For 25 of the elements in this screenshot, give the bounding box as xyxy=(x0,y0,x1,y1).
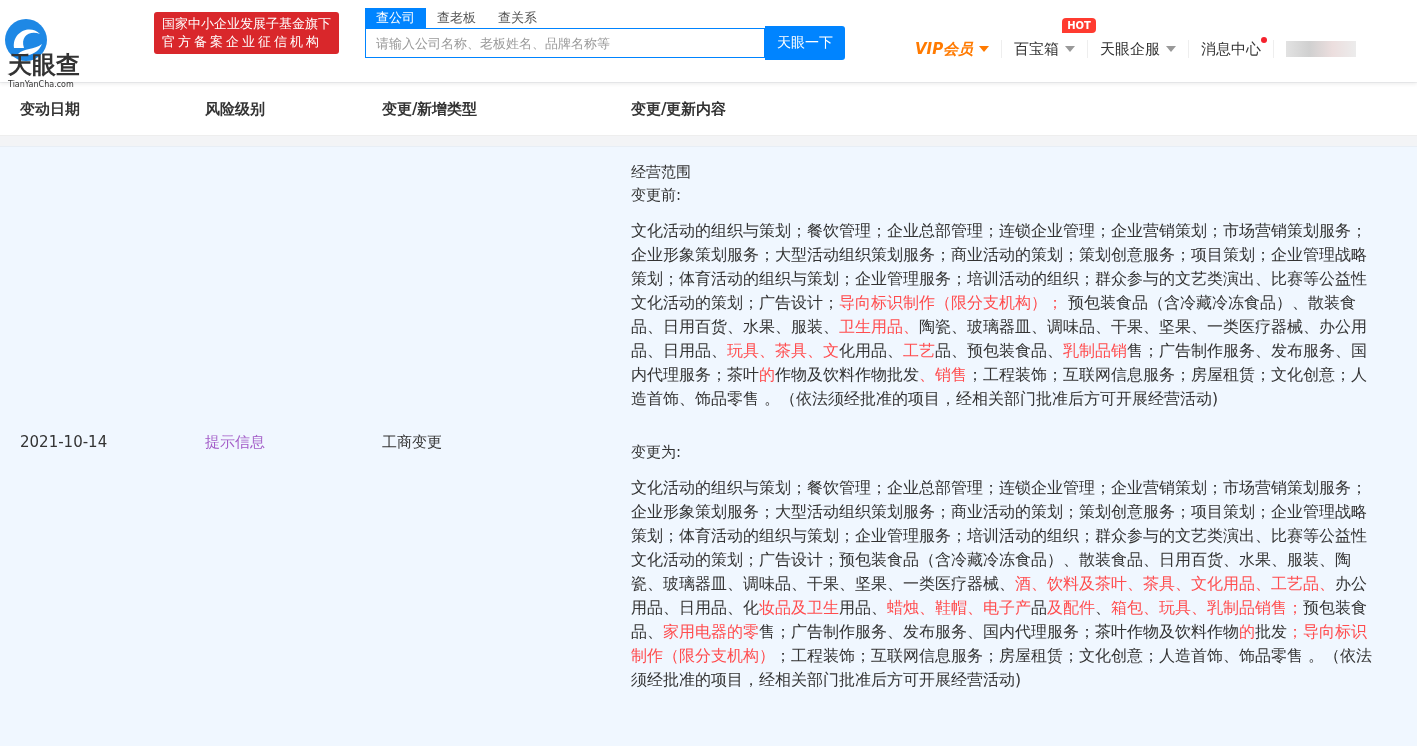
risk-level: 提示信息 xyxy=(205,433,266,452)
certification-badge: 国家中小企业发展子基金旗下 官方备案企业征信机构 xyxy=(154,12,339,54)
column-header: 变动日期 xyxy=(19,99,81,119)
column-header: 变更/更新内容 xyxy=(631,99,728,119)
user-avatar[interactable] xyxy=(1286,41,1357,57)
column-header: 变更/新增类型 xyxy=(382,99,479,119)
scope-text: 文化活动的组织与策划；餐饮管理；企业总部管理；连锁企业管理；企业营销策划；市场营销策划服务；企业形象策划服务；大型活动组织策划服务；商业活动的策划；策划创意服务；项目策划；企业管理战略策划；体育活动的组织与策划；企业管理服务；培训活动的组织；群众参与的文艺类演出、比赛等公益性文化活动的策划；广告设计；导向标识制作（限分支机构）； 预包装食品（含冷藏冷冻食品）、散装食品、日用百货、水果、服装、卫生用品、陶瓷、玻璃器皿、调味品、干果、坚果、一类医疗器械、办公用品、日用品、玩具、茶具、文化用品、工艺品、预包装食品、乳制品销售；广告制作服务、发布服务、国内代理服务；茶叶的作物及饮料作物批发、销售；工程装饰；互联网信息服务；房屋租赁；文化创意；人造首饰、饰品零售 。（依法须经批准的项目，经相关部门批准后方可开展经营活动) xyxy=(631,221,1368,410)
table-cell-text: 2021-10-14 xyxy=(19,433,109,451)
search-tab[interactable]: 查老板 xyxy=(426,8,487,28)
logo-domain: TianYanCha.com xyxy=(8,80,74,89)
nav-link[interactable]: 百宝箱 xyxy=(1014,39,1060,59)
search-tab[interactable]: 查关系 xyxy=(487,8,548,28)
logo-name: 天眼查 xyxy=(8,52,80,78)
search-button[interactable]: 天眼一下 xyxy=(765,26,845,60)
search-tab[interactable]: 查公司 xyxy=(365,8,426,28)
search-field[interactable]: 请输入公司名称、老板姓名、品牌名称等 xyxy=(365,28,765,58)
scope-text: 文化活动的组织与策划；餐饮管理；企业总部管理；连锁企业管理；企业营销策划；市场营销策划服务；企业形象策划服务；大型活动组织策划服务；商业活动的策划；策划创意服务；项目策划；企业管理战略策划；体育活动的组织与策划；企业管理服务；培训活动的组织；群众参与的文艺类演出、比赛等公益性文化活动的策划；广告设计；预包装食品（含冷藏冷冻食品）、散装食品、日用百货、水果、服装、陶瓷、玻璃器皿、调味品、干果、坚果、一类医疗器械、酒、饮料及茶叶、茶具、文化用品、工艺品、办公用品、日用品、化妆品及卫生用品、蜡烛、鞋帽、电子产品及配件、箱包、玩具、乳制品销售；预包装食品、家用电器的零售；广告制作服务、发布服务、国内代理服务；茶叶作物及饮料作物的批发；导向标识制作（限分支机构）；工程装饰；互联网信息服务；房屋租赁；文化创意；人造首饰、饰品零售 。（依法须经批准的项目，经相关部门批准后方可开展经营活动) xyxy=(631,478,1373,691)
nav-link[interactable]: 天眼企服 xyxy=(1100,39,1161,59)
hot-tag: HOT xyxy=(1062,17,1096,33)
column-header: 风险级别 xyxy=(205,99,266,119)
before-label: 变更前: xyxy=(631,185,682,206)
after-label: 变更为: xyxy=(631,442,682,463)
nav-link[interactable]: 消息中心 xyxy=(1201,39,1262,59)
table-cell-text: 工商变更 xyxy=(382,433,443,452)
field-name: 经营范围 xyxy=(631,162,691,183)
